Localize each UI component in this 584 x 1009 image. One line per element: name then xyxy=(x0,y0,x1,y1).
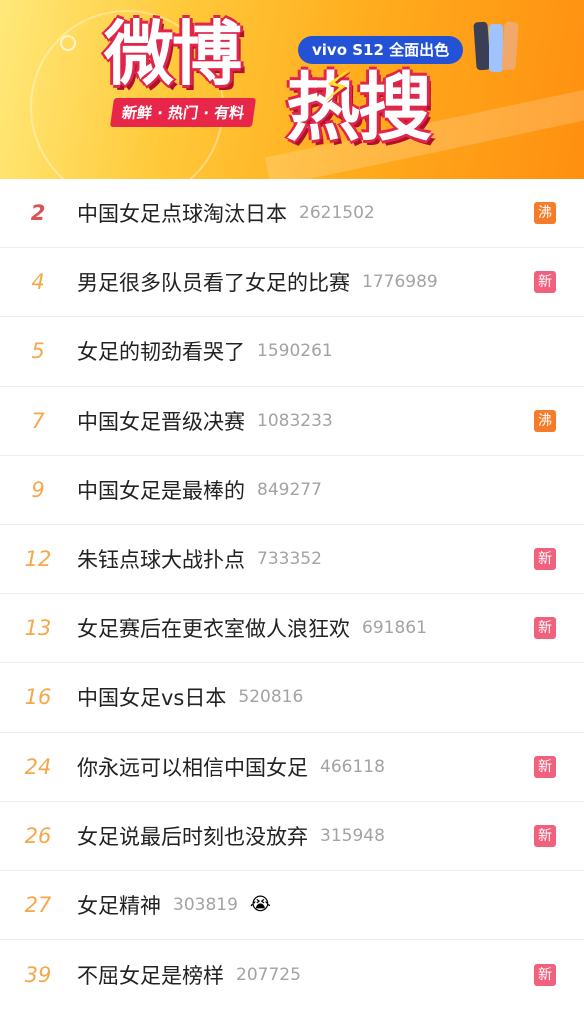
rank-number: 39 xyxy=(24,962,52,987)
heat-count: 1776989 xyxy=(362,272,438,293)
item-title[interactable]: 中国女足vs日本 xyxy=(77,682,226,712)
hot-search-banner: 微博 热搜 ⚡ 新鲜 · 热门 · 有料 vivo S12 全面出色 xyxy=(0,0,584,179)
rank-number: 5 xyxy=(31,339,45,364)
item-content: 女足精神 303819 😭 xyxy=(77,871,271,939)
hot-search-logo-text: 热搜 xyxy=(286,65,432,151)
hot-search-item[interactable]: 16 中国女足vs日本 520816 xyxy=(0,663,584,733)
item-content: 女足赛后在更衣室做人浪狂欢 691861 xyxy=(77,594,427,662)
heat-count: 691861 xyxy=(362,618,427,639)
heat-count: 315948 xyxy=(320,825,385,846)
rank-number: 4 xyxy=(31,270,45,295)
boiling-badge: 沸 xyxy=(534,409,556,432)
item-content: 男足很多队员看了女足的比赛 1776989 xyxy=(77,248,438,316)
new-badge: 新 xyxy=(534,963,556,986)
sponsor-badge[interactable]: vivo S12 全面出色 xyxy=(298,36,464,64)
rank-number: 2 xyxy=(30,201,46,226)
hot-search-item[interactable]: 5 女足的韧劲看哭了 1590261 xyxy=(0,317,584,387)
item-title[interactable]: 女足说最后时刻也没放弃 xyxy=(77,821,308,851)
item-content: 中国女足是最棒的 849277 xyxy=(77,456,322,524)
heat-count: 207725 xyxy=(236,964,301,985)
new-badge: 新 xyxy=(534,617,556,640)
lightning-bolt-icon: ⚡ xyxy=(322,62,352,111)
hot-search-item[interactable]: 39 不屈女足是榜样 207725 新 xyxy=(0,940,584,1009)
item-title[interactable]: 女足精神 xyxy=(77,890,161,920)
hot-search-item[interactable]: 24 你永远可以相信中国女足 466118 新 xyxy=(0,733,584,802)
hot-search-list: 2 中国女足点球淘汰日本 2621502 沸 4 男足很多队员看了女足的比赛 1776989… xyxy=(0,179,584,1009)
rank-number: 27 xyxy=(24,892,52,917)
item-content: 朱钰点球大战扑点 733352 xyxy=(77,525,322,593)
boiling-badge: 沸 xyxy=(534,202,556,225)
hot-search-item[interactable]: 12 朱钰点球大战扑点 733352 新 xyxy=(0,525,584,595)
phone-ad-image[interactable] xyxy=(473,21,521,72)
crying-face-icon: 😭 xyxy=(249,894,271,916)
new-badge: 新 xyxy=(534,271,556,294)
rank-number: 26 xyxy=(24,823,52,848)
item-content: 女足说最后时刻也没放弃 315948 xyxy=(77,802,385,870)
hot-search-item[interactable]: 27 女足精神 303819 😭 xyxy=(0,871,584,941)
heat-count: 2621502 xyxy=(299,203,375,224)
weibo-logo-text: 微博 xyxy=(104,12,242,95)
rank-number: 24 xyxy=(24,754,52,779)
item-title[interactable]: 女足的韧劲看哭了 xyxy=(77,336,245,366)
item-content: 女足的韧劲看哭了 1590261 xyxy=(77,317,333,385)
new-badge: 新 xyxy=(534,755,556,778)
heat-count: 1590261 xyxy=(257,341,333,362)
item-title[interactable]: 中国女足点球淘汰日本 xyxy=(77,198,287,228)
item-content: 你永远可以相信中国女足 466118 xyxy=(77,733,385,801)
heat-count: 520816 xyxy=(238,687,304,708)
rank-number: 13 xyxy=(24,616,52,641)
rank-number: 12 xyxy=(24,547,52,572)
item-content: 中国女足点球淘汰日本 2621502 xyxy=(77,179,375,247)
item-title[interactable]: 你永远可以相信中国女足 xyxy=(77,752,308,782)
item-title[interactable]: 朱钰点球大战扑点 xyxy=(77,544,245,574)
item-content: 中国女足vs日本 520816 xyxy=(77,663,303,731)
heat-count: 466118 xyxy=(320,756,385,777)
heat-count: 733352 xyxy=(257,549,322,570)
heat-count: 1083233 xyxy=(257,410,333,431)
new-badge: 新 xyxy=(534,548,556,571)
item-title[interactable]: 中国女足晋级决赛 xyxy=(77,406,245,436)
item-title[interactable]: 男足很多队员看了女足的比赛 xyxy=(77,267,350,297)
rank-number: 16 xyxy=(24,685,52,710)
item-title[interactable]: 女足赛后在更衣室做人浪狂欢 xyxy=(77,613,350,643)
hot-search-item[interactable]: 4 男足很多队员看了女足的比赛 1776989 新 xyxy=(0,248,584,318)
hot-search-item[interactable]: 7 中国女足晋级决赛 1083233 沸 xyxy=(0,387,584,456)
item-title[interactable]: 中国女足是最棒的 xyxy=(77,475,245,505)
heat-count: 303819 xyxy=(173,894,238,915)
rank-number: 7 xyxy=(31,408,45,433)
item-title[interactable]: 不屈女足是榜样 xyxy=(77,960,224,990)
new-badge: 新 xyxy=(534,824,556,847)
banner-tagline: 新鲜 · 热门 · 有料 xyxy=(109,98,257,127)
hot-search-item[interactable]: 9 中国女足是最棒的 849277 xyxy=(0,456,584,525)
hot-search-item[interactable]: 26 女足说最后时刻也没放弃 315948 新 xyxy=(0,802,584,871)
hot-search-item[interactable]: 13 女足赛后在更衣室做人浪狂欢 691861 新 xyxy=(0,594,584,664)
hot-search-item[interactable]: 2 中国女足点球淘汰日本 2621502 沸 xyxy=(0,179,584,249)
heat-count: 849277 xyxy=(257,479,322,500)
item-content: 中国女足晋级决赛 1083233 xyxy=(77,387,333,455)
banner-decor-dot xyxy=(60,35,76,51)
item-content: 不屈女足是榜样 207725 xyxy=(77,940,301,1009)
rank-number: 9 xyxy=(31,477,45,502)
